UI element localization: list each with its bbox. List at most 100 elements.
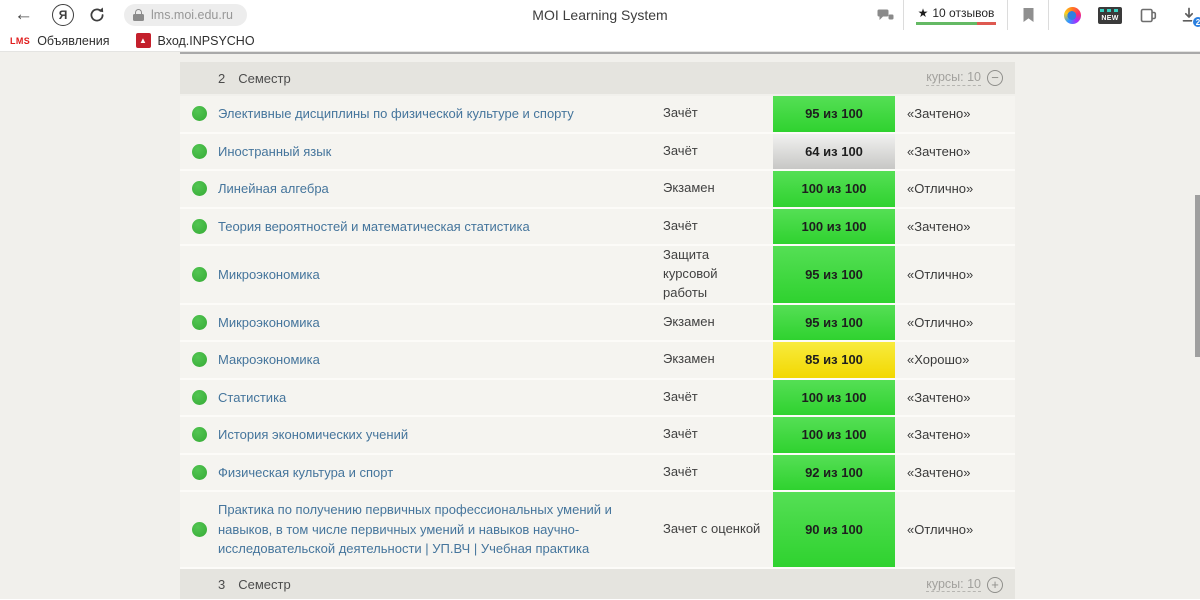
refresh-icon [90,7,104,22]
course-link[interactable]: Практика по получению первичных професси… [218,502,612,556]
bookmark-label: Вход.INPSYCHO [157,33,255,48]
grade-value: «Зачтено» [907,464,971,480]
new-badge-icon: NEW [1098,6,1122,24]
status-cell [180,143,218,159]
back-button[interactable]: ← [14,0,33,30]
score-cell: 100 из 100 [773,379,895,416]
status-cell [180,266,218,282]
course-link[interactable]: Статистика [218,390,286,405]
score-cell: 100 из 100 [773,171,895,207]
status-cell [180,427,218,443]
course-link[interactable]: Линейная алгебра [218,181,329,196]
table-row: Элективные дисциплины по физической куль… [180,96,1015,134]
grade-value: «Зачтено» [907,106,971,122]
grade-value: «Зачтено» [907,427,971,443]
score-badge: 100 из 100 [773,379,895,416]
reviews-label: 10 отзывов [932,5,995,20]
bookmark-item-announcements[interactable]: LMS Объявления [10,34,110,48]
new-extension-button[interactable]: NEW [1098,0,1122,30]
scrollbar-track[interactable] [1192,52,1200,599]
status-dot-icon [191,266,207,282]
semester-3-header: 3 Семестр курсы: 10 + [180,568,1015,599]
score-cell: 100 из 100 [773,417,895,453]
reviews-rating[interactable]: ★ 10 отзывов [916,0,996,30]
courses-count-link[interactable]: курсы: 10 [926,577,981,593]
content-top-border [180,52,1200,54]
exam-type: Экзамен [663,313,715,329]
protect-icon [877,9,894,20]
course-link[interactable]: Микроэкономика [218,315,320,330]
status-cell [180,521,218,537]
collapse-icon[interactable]: − [987,70,1003,86]
lock-icon [133,9,144,21]
exam-type: Зачёт [663,217,698,233]
status-dot-icon [191,181,207,197]
grade-value: «Хорошо» [907,352,970,368]
course-cell: Иностранный язык [218,134,663,170]
table-row: Статистика Зачёт 100 из 100 «Зачтено» [180,379,1015,418]
url-text[interactable]: lms.moi.edu.ru [151,8,233,22]
extension-button[interactable] [1064,0,1081,30]
side-panel-button[interactable] [1138,0,1158,30]
browser-extension-icon [1064,6,1081,24]
status-dot-icon [191,352,207,368]
bookmark-item-inpsycho[interactable]: ▲ Вход.INPSYCHO [135,33,255,48]
course-link[interactable]: История экономических учений [218,427,408,442]
score-cell: 95 из 100 [773,246,895,303]
score-badge: 64 из 100 [773,133,895,169]
protect-button[interactable] [876,0,895,30]
rating-bar [916,21,996,25]
table-row: Макроэкономика Экзамен 85 из 100 «Хорошо… [180,342,1015,380]
course-link[interactable]: Макроэкономика [218,352,320,367]
status-dot-icon [191,389,207,405]
bookmark-flag-button[interactable] [1022,0,1035,30]
semester-2-header: 2 Семестр курсы: 10 − [180,62,1015,94]
course-link[interactable]: Иностранный язык [218,144,331,159]
course-link[interactable]: Физическая культура и спорт [218,465,393,480]
status-cell [180,464,218,480]
course-link[interactable]: Микроэкономика [218,267,320,282]
expand-icon[interactable]: + [987,576,1003,593]
course-cell: Линейная алгебра [218,171,663,207]
exam-type: Экзамен [663,180,715,196]
semester-number: 3 [218,577,226,593]
score-badge: 100 из 100 [773,417,895,453]
yandex-home-button[interactable]: Я [52,0,74,30]
table-row: Физическая культура и спорт Зачёт 92 из … [180,454,1015,493]
status-cell [180,181,218,197]
downloads-count-badge: 2 [1192,16,1200,28]
score-cell: 95 из 100 [773,304,895,341]
refresh-button[interactable] [88,0,106,30]
status-dot-icon [191,143,207,159]
scrollbar-thumb[interactable] [1195,195,1200,357]
exam-type: Зачёт [663,388,698,404]
status-dot-icon [191,464,207,480]
status-cell [180,314,218,330]
inpsycho-favicon: ▲ [135,33,151,48]
semester-label: Семестр [238,577,291,593]
status-dot-icon [191,218,207,234]
table-row: Практика по получению первичных професси… [180,492,1015,569]
status-dot-icon [191,521,207,537]
exam-type: Экзамен [663,351,715,367]
course-link[interactable]: Элективные дисциплины по физической куль… [218,106,574,121]
bookmark-label: Объявления [37,33,110,48]
courses-count-link[interactable]: курсы: 10 [926,70,981,86]
course-link[interactable]: Теория вероятностей и математическая ста… [218,219,530,234]
course-cell: Статистика [218,380,663,416]
status-cell [180,218,218,234]
grades-panel: 2 Семестр курсы: 10 − Элективные дисципл… [180,62,1015,599]
grade-value: «Зачтено» [907,143,971,159]
status-cell [180,106,218,122]
course-cell: Элективные дисциплины по физической куль… [218,96,663,132]
course-cell: Физическая культура и спорт [218,455,663,491]
address-bar[interactable]: lms.moi.edu.ru [124,0,247,30]
score-cell: 95 из 100 [773,96,895,132]
score-badge: 95 из 100 [773,304,895,341]
semester-number: 2 [218,70,226,86]
exam-type: Зачёт [663,142,698,158]
status-dot-icon [191,427,207,443]
downloads-button[interactable]: 2 [1178,0,1200,30]
score-cell: 92 из 100 [773,454,895,491]
back-arrow-icon: ← [14,4,33,25]
